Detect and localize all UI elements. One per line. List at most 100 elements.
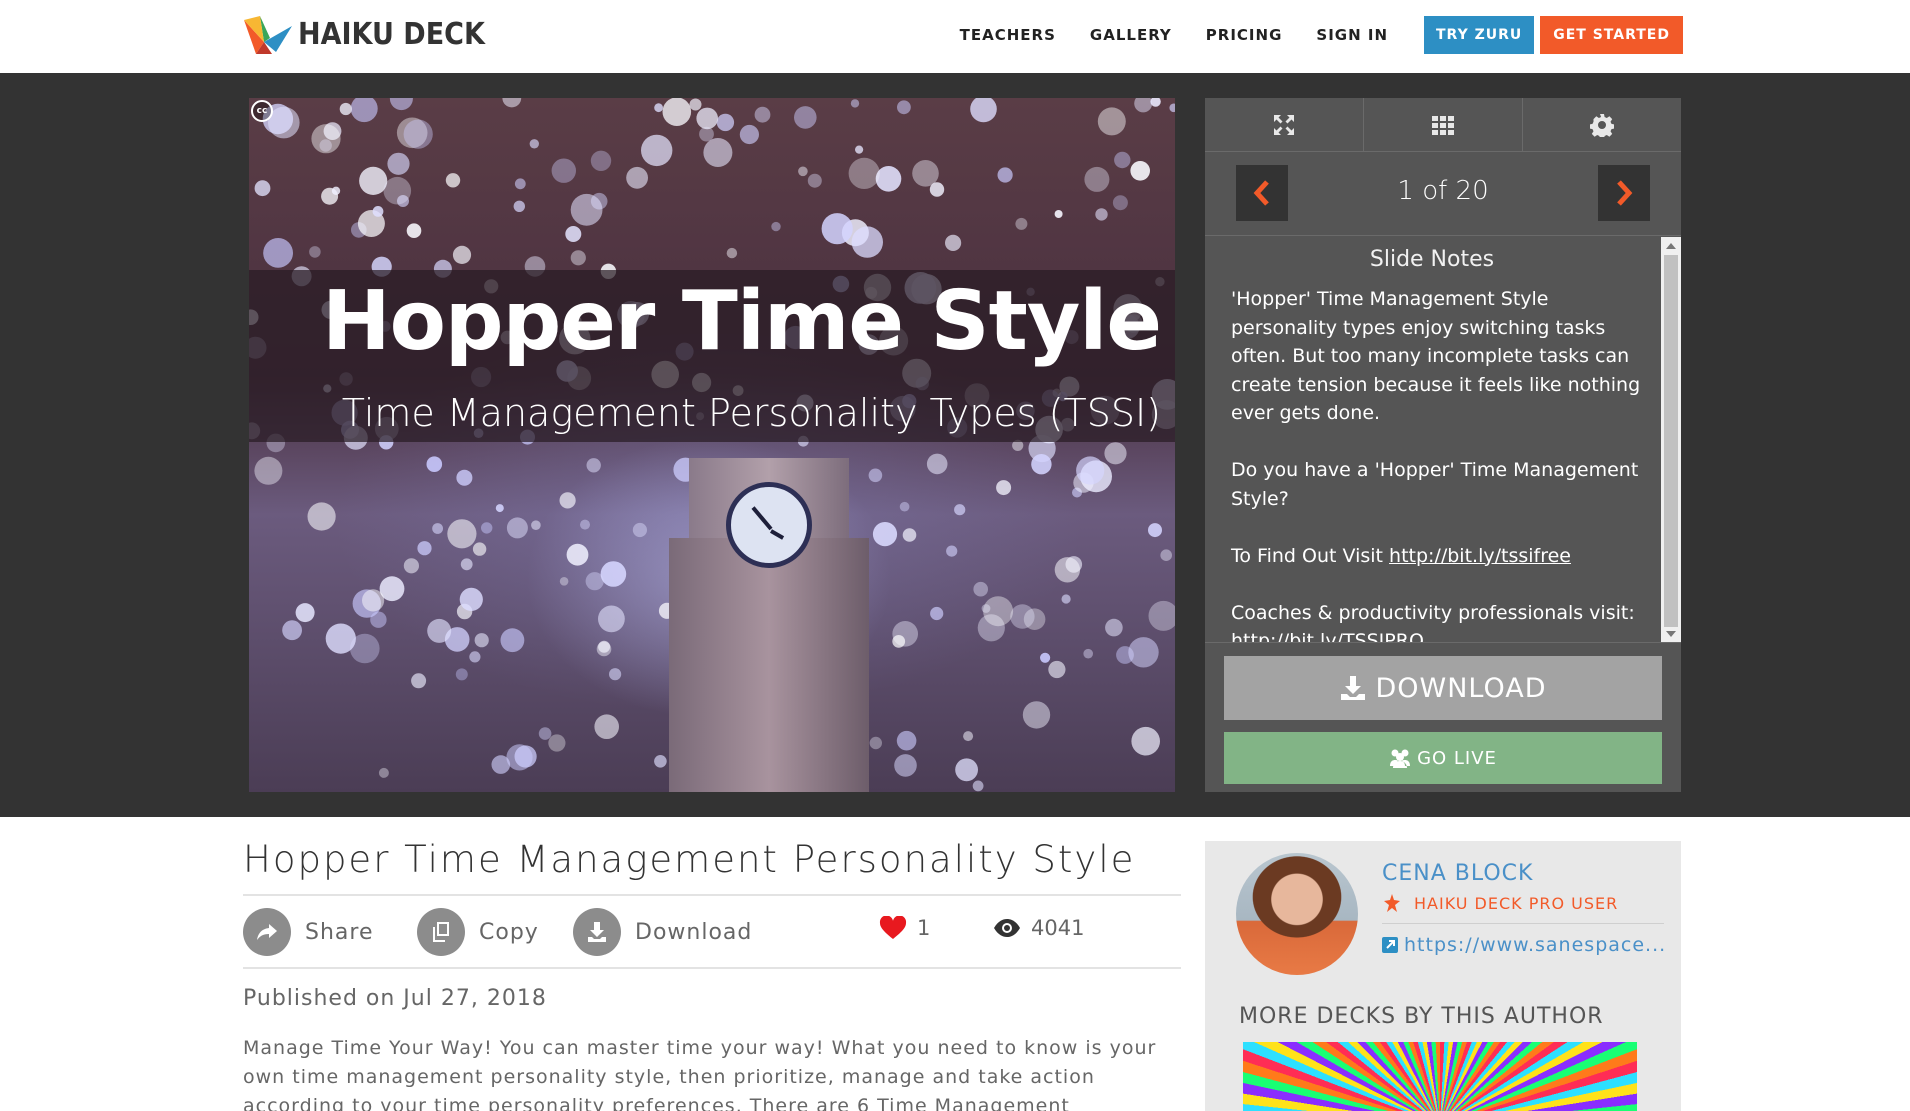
bokeh-light (1022, 701, 1051, 729)
bokeh-light (662, 98, 692, 126)
users-icon (1390, 749, 1411, 768)
bokeh-light (1010, 604, 1035, 629)
nav-sign-in[interactable]: SIGN IN (1316, 26, 1388, 44)
bokeh-light (403, 119, 433, 149)
bokeh-light (1095, 208, 1108, 221)
bokeh-light (325, 623, 356, 654)
slide-notes[interactable]: Slide Notes 'Hopper' Time Management Sty… (1205, 237, 1681, 643)
bokeh-light (1114, 151, 1131, 169)
nav-gallery[interactable]: GALLERY (1090, 26, 1172, 44)
bokeh-light (331, 186, 341, 195)
author-website-text: https://www.sanespace... (1404, 934, 1667, 956)
creative-commons-icon[interactable]: cc (251, 100, 273, 122)
bokeh-light (754, 106, 771, 123)
bokeh-light (538, 727, 552, 740)
bokeh-light (1160, 549, 1172, 561)
share-button[interactable]: Share (243, 908, 374, 956)
likes-stat[interactable]: 1 (879, 916, 930, 940)
copy-button[interactable]: Copy (417, 908, 539, 956)
published-date: Published on Jul 27, 2018 (243, 986, 547, 1011)
bokeh-light (387, 152, 410, 175)
bokeh-light (872, 522, 898, 547)
bokeh-light (469, 651, 481, 663)
scroll-thumb[interactable] (1664, 255, 1678, 627)
bokeh-light (455, 668, 468, 681)
bokeh-light (739, 124, 759, 145)
bokeh-light (586, 458, 601, 473)
bokeh-light (641, 134, 673, 167)
notes-paragraph: 'Hopper' Time Management Style personali… (1231, 288, 1641, 424)
bokeh-light (1104, 442, 1127, 465)
bokeh-light (807, 173, 822, 188)
bokeh-light (514, 178, 526, 190)
bokeh-light (1148, 600, 1175, 631)
bokeh-light (972, 780, 984, 792)
bokeh-light (474, 633, 489, 648)
bokeh-light (359, 166, 388, 195)
bokeh-light (1061, 594, 1071, 604)
bokeh-light (565, 226, 582, 242)
author-website-link[interactable]: https://www.sanespace... (1382, 934, 1666, 956)
bokeh-light (506, 744, 533, 771)
bokeh-light (1112, 195, 1128, 211)
haiku-deck-logo[interactable]: HAIKU DECK (242, 12, 506, 56)
logo-text: HAIKU DECK (298, 16, 485, 52)
deck-title: Hopper Time Management Personality Style (243, 838, 1136, 881)
views-count: 4041 (1031, 916, 1085, 940)
go-live-button[interactable]: GO LIVE (1224, 732, 1662, 784)
download-button[interactable]: Download (573, 908, 752, 956)
bokeh-light (850, 99, 860, 108)
bokeh-light (406, 223, 422, 238)
more-decks-heading: MORE DECKS BY THIS AUTHOR (1239, 1004, 1604, 1029)
get-started-button[interactable]: GET STARTED (1540, 16, 1683, 54)
bokeh-light (897, 100, 911, 115)
settings-button[interactable] (1523, 98, 1681, 151)
bokeh-light (869, 736, 882, 750)
bokeh-light (945, 234, 962, 251)
slide-pager: 1 of 20 (1205, 152, 1681, 236)
more-deck-thumbnail[interactable] (1243, 1042, 1637, 1111)
bokeh-light (955, 758, 978, 782)
author-name[interactable]: CENA BLOCK (1382, 861, 1533, 886)
fullscreen-button[interactable] (1205, 98, 1364, 151)
bokeh-light (570, 193, 603, 226)
try-zuru-button[interactable]: TRY ZURU (1424, 16, 1535, 54)
bokeh-light (1054, 210, 1063, 218)
author-avatar[interactable] (1236, 853, 1358, 975)
next-slide-button[interactable] (1598, 165, 1650, 221)
bokeh-light (1105, 618, 1123, 637)
bokeh-light (851, 226, 883, 258)
bokeh-light (632, 522, 647, 538)
bokeh-light (1083, 648, 1093, 659)
bokeh-light (417, 541, 432, 556)
grid-icon (1432, 115, 1454, 135)
slide-viewer[interactable]: cc Hopper Time Style Time Management Per… (249, 98, 1175, 792)
pro-user-label: HAIKU DECK PRO USER (1414, 893, 1619, 913)
grid-view-button[interactable] (1364, 98, 1523, 151)
scroll-up-arrow-icon[interactable] (1666, 243, 1676, 249)
copy-icon (433, 922, 449, 942)
bokeh-light (1054, 557, 1081, 583)
view-toolbar (1205, 98, 1681, 152)
gear-icon (1590, 113, 1614, 137)
site-header: HAIKU DECK TEACHERS GALLERY PRICING SIGN… (0, 0, 1910, 73)
bokeh-light (460, 558, 473, 571)
bokeh-light (963, 731, 974, 742)
tssifree-link[interactable]: http://bit.ly/tssifree (1389, 545, 1571, 567)
bokeh-light (502, 98, 522, 108)
nav-pricing[interactable]: PRICING (1206, 26, 1283, 44)
bokeh-light (472, 542, 487, 556)
scroll-down-arrow-icon[interactable] (1666, 631, 1676, 637)
go-live-label: GO LIVE (1417, 747, 1497, 769)
pro-user-badge: HAIKU DECK PRO USER (1382, 893, 1618, 913)
bokeh-light (459, 587, 483, 611)
bokeh-light (1148, 523, 1162, 538)
bokeh-light (506, 517, 528, 539)
notes-scrollbar[interactable] (1661, 237, 1681, 642)
download-icon (1341, 676, 1366, 700)
author-card: CENA BLOCK HAIKU DECK PRO USER https://w… (1205, 841, 1681, 1111)
download-deck-button[interactable]: DOWNLOAD (1224, 656, 1662, 720)
copy-label: Copy (479, 919, 539, 945)
nav-teachers[interactable]: TEACHERS (960, 26, 1056, 44)
heart-icon (879, 916, 907, 939)
